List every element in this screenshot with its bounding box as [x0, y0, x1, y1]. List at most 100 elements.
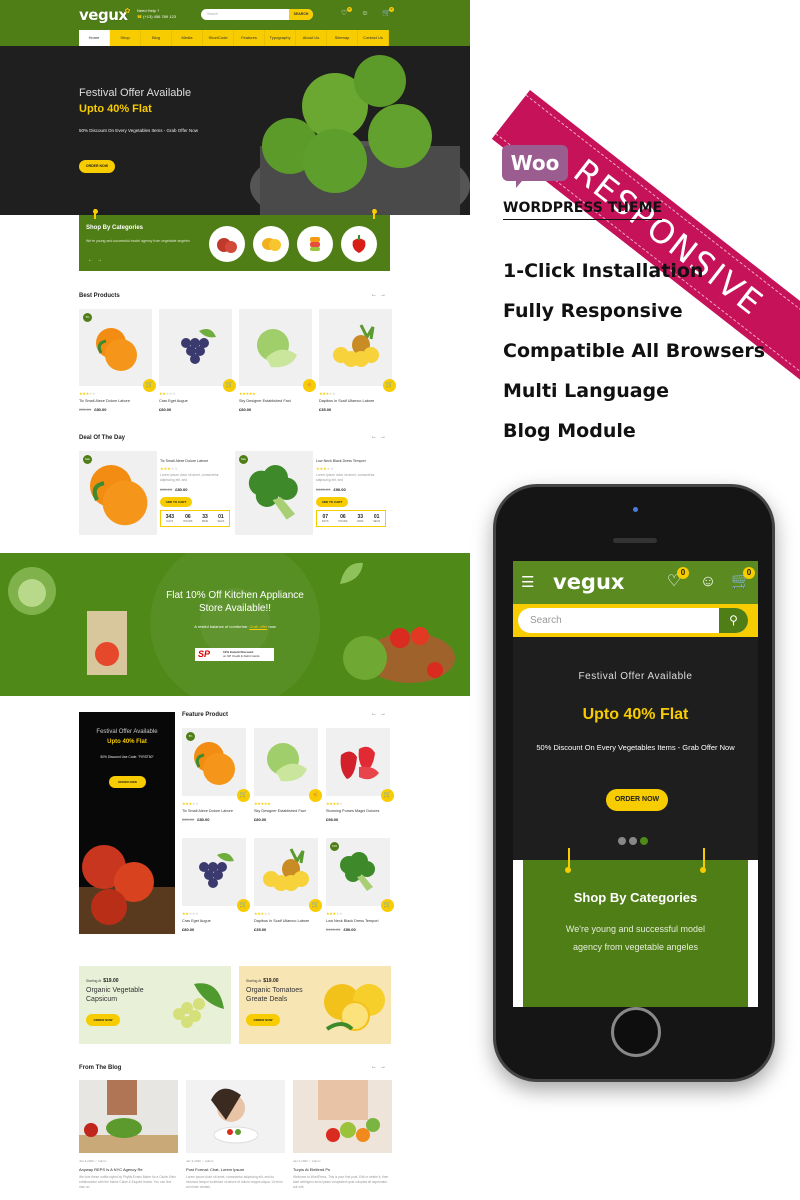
product-image[interactable]: 🛒 — [182, 838, 250, 912]
mobile-order-now-button[interactable]: ORDER NOW — [606, 789, 668, 811]
mobile-user-icon[interactable]: ☺ — [699, 573, 717, 591]
deal-name[interactable]: Tic Small Alexe Dolore Labore — [160, 459, 232, 463]
blog-image[interactable] — [79, 1080, 178, 1153]
product-name[interactable]: Low Neck Black Dress Tempori — [326, 919, 390, 923]
deal-image[interactable]: Sale — [79, 451, 157, 535]
product-card[interactable]: 🛒 ★★★★★ Cras Eget Augue £80.00 — [182, 838, 250, 932]
best-products-arrows[interactable]: ←→ — [371, 292, 389, 298]
mobile-logo[interactable]: vegux — [553, 570, 624, 594]
nav-typography[interactable]: Typography — [265, 30, 296, 46]
product-card[interactable]: ☝ ★★★★★ Sky Designer Established Fact £8… — [239, 309, 316, 412]
product-name[interactable]: Stunning Purses Magni Dolores — [326, 809, 390, 813]
offer-banner[interactable]: Starting At $19.00 Organic Vegetable Caps… — [79, 966, 231, 1044]
order-now-button[interactable]: ORDER NOW — [79, 160, 115, 173]
grab-offer-link[interactable]: Grab offer — [249, 624, 267, 629]
mobile-search-icon[interactable]: ⚲ — [719, 608, 748, 633]
offer-banner[interactable]: Starting At $19.00 Organic Tomatoes Great… — [239, 966, 391, 1044]
category-mangoes[interactable] — [253, 226, 289, 262]
logo[interactable]: vegux✿ — [79, 6, 130, 24]
nav-home[interactable]: Home — [79, 30, 110, 46]
blog-post-title[interactable]: Turpis At Eleifend Ps — [293, 1167, 392, 1172]
product-image[interactable]: 🛒 — [254, 838, 322, 912]
add-to-cart-icon[interactable]: 🛒 — [143, 379, 156, 392]
feature-arrows[interactable]: ←→ — [371, 711, 389, 717]
slider-dot-active[interactable] — [640, 837, 648, 845]
product-card[interactable]: 5% 🛒 ★★★★★ Tic Small Alexe Dolore Labore… — [182, 728, 250, 822]
search-input[interactable]: Search — [207, 12, 218, 16]
product-image[interactable]: 10% 🛒 — [326, 838, 394, 912]
nav-shortcode[interactable]: ShortCode — [203, 30, 234, 46]
category-fruit-mix[interactable] — [297, 226, 333, 262]
product-name[interactable]: Cras Eget Augue — [182, 919, 246, 923]
product-name[interactable]: Cras Eget Augue — [159, 399, 232, 403]
product-image[interactable]: 5% 🛒 — [182, 728, 250, 802]
category-capsicum[interactable] — [341, 226, 377, 262]
nav-about[interactable]: About Us — [296, 30, 327, 46]
mobile-wishlist-icon[interactable]: ♡ 0 — [665, 567, 689, 591]
search-button[interactable]: SEARCH — [289, 9, 313, 20]
product-card[interactable]: 🛒 ★★★★★ Cras Eget Augue £80.00 — [159, 309, 236, 412]
blog-post-title[interactable]: Post Format: Chat, Lorem Ipsum — [186, 1167, 285, 1172]
product-image[interactable]: 🛒 — [319, 309, 396, 392]
product-image[interactable]: ☝ — [254, 728, 322, 802]
product-image[interactable]: ☝ — [239, 309, 316, 392]
deal-name[interactable]: Low Neck Black Dress Tempori — [316, 459, 388, 463]
product-card[interactable]: 10% 🛒 ★★★★★ Low Neck Black Dress Tempori… — [326, 838, 394, 932]
add-to-cart-button[interactable]: ADD TO CART — [316, 497, 348, 507]
categories-arrows[interactable]: ←→ — [88, 257, 106, 263]
product-card[interactable]: 🛒 ★★★★★ Dapibus In Scalf Ullamco Labore … — [254, 838, 322, 932]
add-to-cart-icon[interactable]: 🛒 — [383, 379, 396, 392]
wishlist-icon[interactable]: ♡ 0 — [340, 7, 352, 18]
mobile-cart-icon[interactable]: 🛒 0 — [731, 567, 755, 591]
deal-arrows[interactable]: ←→ — [371, 434, 389, 440]
side-order-button[interactable]: ORDER NOW — [109, 776, 146, 788]
blog-post[interactable]: Jan 3,2020 / Admin Turpis At Eleifend Ps… — [293, 1080, 392, 1190]
deal-card[interactable]: Sale Low Neck Black Dress Tempori ★★★★★ … — [235, 451, 387, 535]
deal-card[interactable]: Sale Tic Small Alexe Dolore Labore ★★★★★… — [79, 451, 231, 535]
product-name[interactable]: Dapibus In Scalf Ullamco Labore — [254, 919, 318, 923]
hamburger-menu-icon[interactable]: ☰ — [521, 575, 534, 590]
product-image[interactable]: 🛒 — [326, 728, 394, 802]
user-icon[interactable]: ☺ — [361, 10, 369, 18]
blog-post-title[interactable]: Anyway REPS Is A NYC Agency Re — [79, 1167, 178, 1172]
product-image[interactable]: 5% 🛒 — [79, 309, 156, 392]
hand-pointer-icon[interactable]: ☝ — [303, 379, 316, 392]
product-name[interactable]: Sky Designer Established Fact — [254, 809, 318, 813]
nav-contact[interactable]: Contact Us — [358, 30, 389, 46]
product-name[interactable]: Dapibus In Scalf Ullamco Labore — [319, 399, 392, 403]
nav-blog[interactable]: Blog — [141, 30, 172, 46]
offer-order-button[interactable]: ORDER NOW — [86, 1014, 120, 1026]
home-button[interactable] — [611, 1007, 661, 1057]
product-name[interactable]: Tic Small Alexe Dolore Labore — [182, 809, 246, 813]
add-to-cart-icon[interactable]: 🛒 — [381, 789, 394, 802]
product-card[interactable]: 🛒 ★★★★★ Stunning Purses Magni Dolores £9… — [326, 728, 394, 822]
product-card[interactable]: ☝ ★★★★★ Sky Designer Established Fact £8… — [254, 728, 322, 822]
product-name[interactable]: Tic Small Alexe Dolore Labore — [79, 399, 152, 403]
search-bar[interactable]: Search SEARCH — [201, 9, 313, 20]
add-to-cart-icon[interactable]: 🛒 — [381, 899, 394, 912]
product-image[interactable]: 🛒 — [159, 309, 236, 392]
category-apples[interactable] — [209, 226, 245, 262]
add-to-cart-icon[interactable]: 🛒 — [309, 899, 322, 912]
hand-pointer-icon[interactable]: ☝ — [309, 789, 322, 802]
add-to-cart-button[interactable]: ADD TO CART — [160, 497, 192, 507]
product-card[interactable]: 5% 🛒 ★★★★★ Tic Small Alexe Dolore Labore… — [79, 309, 156, 412]
deal-image[interactable]: Sale — [235, 451, 313, 535]
nav-shop[interactable]: Shop — [110, 30, 141, 46]
mobile-search-input[interactable]: Search — [530, 615, 562, 626]
slider-dot[interactable] — [618, 837, 626, 845]
blog-image[interactable] — [293, 1080, 392, 1153]
nav-media[interactable]: Media — [172, 30, 203, 46]
product-card[interactable]: 🛒 ★★★★★ Dapibus In Scalf Ullamco Labore … — [319, 309, 396, 412]
nav-sitemap[interactable]: Sitemap — [327, 30, 358, 46]
blog-post[interactable]: Jan 6,2020 / Admin Anyway REPS Is A NYC … — [79, 1080, 178, 1190]
add-to-cart-icon[interactable]: 🛒 — [223, 379, 236, 392]
offer-order-button[interactable]: ORDER NOW — [246, 1014, 280, 1026]
blog-arrows[interactable]: ←→ — [371, 1064, 389, 1070]
add-to-cart-icon[interactable]: 🛒 — [237, 899, 250, 912]
nav-features[interactable]: Features — [234, 30, 265, 46]
slider-dot[interactable] — [629, 837, 637, 845]
cart-icon[interactable]: 🛒 0 — [382, 7, 394, 18]
blog-image[interactable] — [186, 1080, 285, 1153]
product-name[interactable]: Sky Designer Established Fact — [239, 399, 312, 403]
